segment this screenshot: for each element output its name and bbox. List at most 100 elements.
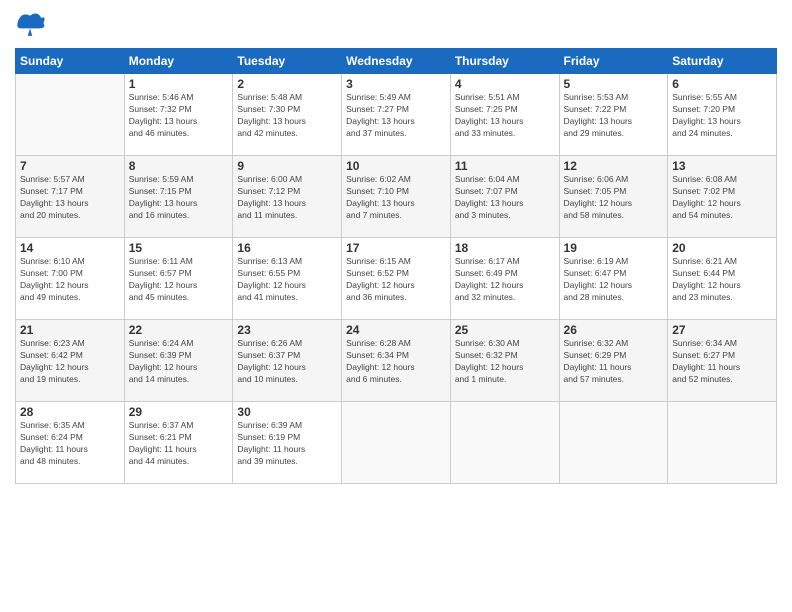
day-header-thursday: Thursday: [450, 49, 559, 74]
day-info: Sunrise: 6:04 AMSunset: 7:07 PMDaylight:…: [455, 174, 555, 222]
week-row-2: 7Sunrise: 5:57 AMSunset: 7:17 PMDaylight…: [16, 156, 777, 238]
calendar-cell: 11Sunrise: 6:04 AMSunset: 7:07 PMDayligh…: [450, 156, 559, 238]
day-number: 23: [237, 323, 337, 337]
day-number: 28: [20, 405, 120, 419]
day-number: 15: [129, 241, 229, 255]
day-number: 19: [564, 241, 664, 255]
day-info: Sunrise: 6:24 AMSunset: 6:39 PMDaylight:…: [129, 338, 229, 386]
day-number: 12: [564, 159, 664, 173]
day-number: 2: [237, 77, 337, 91]
day-info: Sunrise: 6:13 AMSunset: 6:55 PMDaylight:…: [237, 256, 337, 304]
logo-icon: [15, 10, 45, 40]
day-info: Sunrise: 6:35 AMSunset: 6:24 PMDaylight:…: [20, 420, 120, 468]
calendar-cell: 6Sunrise: 5:55 AMSunset: 7:20 PMDaylight…: [668, 74, 777, 156]
calendar-cell: 2Sunrise: 5:48 AMSunset: 7:30 PMDaylight…: [233, 74, 342, 156]
calendar-cell: 9Sunrise: 6:00 AMSunset: 7:12 PMDaylight…: [233, 156, 342, 238]
calendar-cell: 1Sunrise: 5:46 AMSunset: 7:32 PMDaylight…: [124, 74, 233, 156]
calendar-cell: 29Sunrise: 6:37 AMSunset: 6:21 PMDayligh…: [124, 402, 233, 484]
day-number: 27: [672, 323, 772, 337]
calendar-table: SundayMondayTuesdayWednesdayThursdayFrid…: [15, 48, 777, 484]
calendar-cell: 4Sunrise: 5:51 AMSunset: 7:25 PMDaylight…: [450, 74, 559, 156]
day-info: Sunrise: 6:06 AMSunset: 7:05 PMDaylight:…: [564, 174, 664, 222]
day-info: Sunrise: 5:48 AMSunset: 7:30 PMDaylight:…: [237, 92, 337, 140]
day-header-tuesday: Tuesday: [233, 49, 342, 74]
calendar-cell: 15Sunrise: 6:11 AMSunset: 6:57 PMDayligh…: [124, 238, 233, 320]
day-info: Sunrise: 6:11 AMSunset: 6:57 PMDaylight:…: [129, 256, 229, 304]
day-info: Sunrise: 6:32 AMSunset: 6:29 PMDaylight:…: [564, 338, 664, 386]
calendar-cell: [450, 402, 559, 484]
calendar-cell: [668, 402, 777, 484]
week-row-4: 21Sunrise: 6:23 AMSunset: 6:42 PMDayligh…: [16, 320, 777, 402]
calendar-header-row: SundayMondayTuesdayWednesdayThursdayFrid…: [16, 49, 777, 74]
week-row-5: 28Sunrise: 6:35 AMSunset: 6:24 PMDayligh…: [16, 402, 777, 484]
calendar-cell: 20Sunrise: 6:21 AMSunset: 6:44 PMDayligh…: [668, 238, 777, 320]
calendar-cell: 14Sunrise: 6:10 AMSunset: 7:00 PMDayligh…: [16, 238, 125, 320]
day-header-wednesday: Wednesday: [342, 49, 451, 74]
calendar-cell: 17Sunrise: 6:15 AMSunset: 6:52 PMDayligh…: [342, 238, 451, 320]
calendar-cell: [16, 74, 125, 156]
day-number: 29: [129, 405, 229, 419]
day-info: Sunrise: 6:19 AMSunset: 6:47 PMDaylight:…: [564, 256, 664, 304]
day-number: 22: [129, 323, 229, 337]
calendar-cell: 22Sunrise: 6:24 AMSunset: 6:39 PMDayligh…: [124, 320, 233, 402]
calendar-cell: 19Sunrise: 6:19 AMSunset: 6:47 PMDayligh…: [559, 238, 668, 320]
day-header-friday: Friday: [559, 49, 668, 74]
day-info: Sunrise: 5:57 AMSunset: 7:17 PMDaylight:…: [20, 174, 120, 222]
day-number: 25: [455, 323, 555, 337]
calendar-cell: [342, 402, 451, 484]
calendar-cell: 10Sunrise: 6:02 AMSunset: 7:10 PMDayligh…: [342, 156, 451, 238]
day-info: Sunrise: 6:17 AMSunset: 6:49 PMDaylight:…: [455, 256, 555, 304]
calendar-cell: 27Sunrise: 6:34 AMSunset: 6:27 PMDayligh…: [668, 320, 777, 402]
calendar-cell: 5Sunrise: 5:53 AMSunset: 7:22 PMDaylight…: [559, 74, 668, 156]
day-info: Sunrise: 5:59 AMSunset: 7:15 PMDaylight:…: [129, 174, 229, 222]
page: SundayMondayTuesdayWednesdayThursdayFrid…: [0, 0, 792, 612]
day-info: Sunrise: 5:51 AMSunset: 7:25 PMDaylight:…: [455, 92, 555, 140]
day-info: Sunrise: 6:23 AMSunset: 6:42 PMDaylight:…: [20, 338, 120, 386]
day-info: Sunrise: 6:37 AMSunset: 6:21 PMDaylight:…: [129, 420, 229, 468]
day-info: Sunrise: 6:26 AMSunset: 6:37 PMDaylight:…: [237, 338, 337, 386]
week-row-3: 14Sunrise: 6:10 AMSunset: 7:00 PMDayligh…: [16, 238, 777, 320]
day-number: 1: [129, 77, 229, 91]
day-header-monday: Monday: [124, 49, 233, 74]
day-number: 7: [20, 159, 120, 173]
day-info: Sunrise: 6:08 AMSunset: 7:02 PMDaylight:…: [672, 174, 772, 222]
day-number: 5: [564, 77, 664, 91]
calendar-cell: 3Sunrise: 5:49 AMSunset: 7:27 PMDaylight…: [342, 74, 451, 156]
day-number: 13: [672, 159, 772, 173]
calendar-cell: [559, 402, 668, 484]
day-header-sunday: Sunday: [16, 49, 125, 74]
day-info: Sunrise: 6:21 AMSunset: 6:44 PMDaylight:…: [672, 256, 772, 304]
day-number: 9: [237, 159, 337, 173]
day-number: 24: [346, 323, 446, 337]
calendar-cell: 7Sunrise: 5:57 AMSunset: 7:17 PMDaylight…: [16, 156, 125, 238]
day-info: Sunrise: 6:30 AMSunset: 6:32 PMDaylight:…: [455, 338, 555, 386]
day-info: Sunrise: 6:00 AMSunset: 7:12 PMDaylight:…: [237, 174, 337, 222]
day-info: Sunrise: 6:39 AMSunset: 6:19 PMDaylight:…: [237, 420, 337, 468]
day-number: 6: [672, 77, 772, 91]
calendar-cell: 25Sunrise: 6:30 AMSunset: 6:32 PMDayligh…: [450, 320, 559, 402]
day-number: 3: [346, 77, 446, 91]
day-info: Sunrise: 6:15 AMSunset: 6:52 PMDaylight:…: [346, 256, 446, 304]
day-info: Sunrise: 6:28 AMSunset: 6:34 PMDaylight:…: [346, 338, 446, 386]
day-info: Sunrise: 6:02 AMSunset: 7:10 PMDaylight:…: [346, 174, 446, 222]
day-number: 18: [455, 241, 555, 255]
day-number: 17: [346, 241, 446, 255]
calendar-cell: 13Sunrise: 6:08 AMSunset: 7:02 PMDayligh…: [668, 156, 777, 238]
day-number: 21: [20, 323, 120, 337]
calendar-cell: 16Sunrise: 6:13 AMSunset: 6:55 PMDayligh…: [233, 238, 342, 320]
day-info: Sunrise: 6:10 AMSunset: 7:00 PMDaylight:…: [20, 256, 120, 304]
calendar-cell: 26Sunrise: 6:32 AMSunset: 6:29 PMDayligh…: [559, 320, 668, 402]
day-number: 4: [455, 77, 555, 91]
day-number: 14: [20, 241, 120, 255]
day-number: 16: [237, 241, 337, 255]
header: [15, 10, 777, 40]
day-number: 26: [564, 323, 664, 337]
calendar-cell: 18Sunrise: 6:17 AMSunset: 6:49 PMDayligh…: [450, 238, 559, 320]
day-number: 11: [455, 159, 555, 173]
calendar-cell: 24Sunrise: 6:28 AMSunset: 6:34 PMDayligh…: [342, 320, 451, 402]
calendar-cell: 21Sunrise: 6:23 AMSunset: 6:42 PMDayligh…: [16, 320, 125, 402]
day-info: Sunrise: 5:53 AMSunset: 7:22 PMDaylight:…: [564, 92, 664, 140]
logo: [15, 10, 49, 40]
day-info: Sunrise: 6:34 AMSunset: 6:27 PMDaylight:…: [672, 338, 772, 386]
calendar-cell: 30Sunrise: 6:39 AMSunset: 6:19 PMDayligh…: [233, 402, 342, 484]
